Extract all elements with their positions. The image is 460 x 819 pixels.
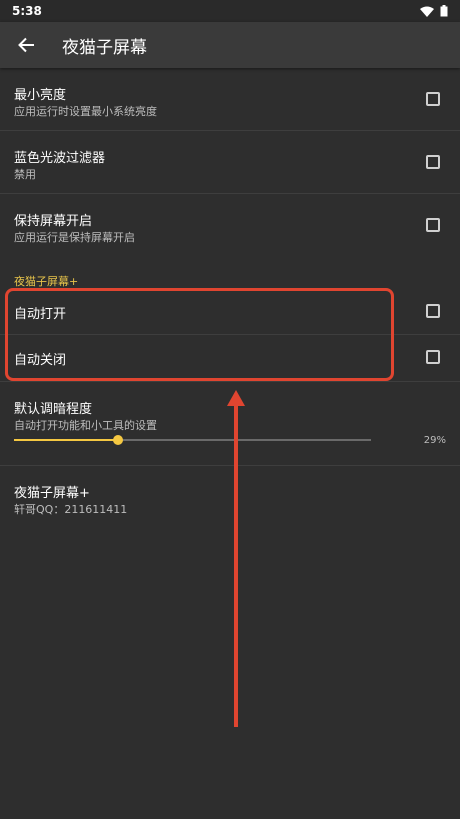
status-time: 5:38 [12, 4, 42, 18]
keep-screen-on-checkbox[interactable] [426, 218, 440, 232]
slider-thumb[interactable] [112, 435, 123, 445]
status-icons [420, 5, 448, 17]
slider-value: 29% [423, 435, 446, 446]
about-item[interactable]: 夜猫子屏幕+ 轩哥QQ：211611411 [0, 466, 460, 526]
page-title: 夜猫子屏幕 [62, 37, 147, 58]
setting-keep-screen-on[interactable]: 保持屏幕开启 应用运行是保持屏幕开启 [0, 194, 460, 258]
blue-light-filter-checkbox[interactable] [426, 155, 440, 169]
battery-icon [440, 5, 448, 17]
wifi-icon [420, 6, 434, 17]
about-title: 夜猫子屏幕+ [14, 486, 90, 501]
setting-title: 保持屏幕开启 [14, 214, 93, 229]
auto-off-checkbox[interactable] [426, 350, 440, 364]
setting-title: 默认调暗程度 [14, 402, 93, 417]
setting-subtitle: 自动打开功能和小工具的设置 [14, 419, 157, 432]
toolbar: 夜猫子屏幕 [0, 22, 460, 68]
arrow-left-icon [18, 37, 34, 53]
setting-subtitle: 应用运行是保持屏幕开启 [14, 231, 135, 244]
min-brightness-checkbox[interactable] [426, 92, 440, 106]
back-button[interactable] [14, 33, 38, 57]
status-bar: 5:38 [0, 0, 460, 22]
about-subtitle: 轩哥QQ：211611411 [14, 503, 128, 516]
annotation-arrow-line [234, 402, 238, 727]
setting-subtitle: 应用运行时设置最小系统亮度 [14, 105, 157, 118]
auto-on-checkbox[interactable] [426, 304, 440, 318]
setting-blue-light-filter[interactable]: 蓝色光波过滤器 禁用 [0, 131, 460, 194]
setting-min-brightness[interactable]: 最小亮度 应用运行时设置最小系统亮度 [0, 68, 460, 131]
dim-slider[interactable] [14, 435, 371, 445]
setting-subtitle: 禁用 [14, 168, 36, 181]
setting-title: 最小亮度 [14, 88, 67, 103]
category-header: 夜猫子屏幕+ [14, 275, 79, 288]
slider-fill [14, 439, 118, 441]
annotation-highlight-box [5, 288, 394, 381]
setting-title: 蓝色光波过滤器 [14, 151, 106, 166]
